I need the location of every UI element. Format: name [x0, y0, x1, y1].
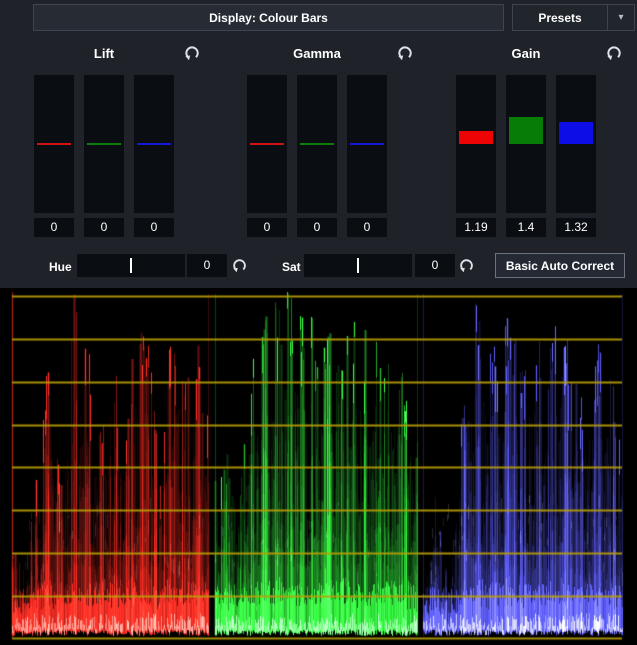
- lift-red-marker[interactable]: [37, 143, 71, 145]
- basic-auto-correct-label: Basic Auto Correct: [506, 259, 614, 273]
- gamma-reset-icon[interactable]: [396, 44, 414, 62]
- gamma-blue-slider[interactable]: [347, 75, 387, 213]
- presets-label: Presets: [513, 11, 607, 25]
- gamma-red-marker[interactable]: [250, 143, 284, 145]
- gain-blue-block[interactable]: [559, 122, 593, 144]
- basic-auto-correct-button[interactable]: Basic Auto Correct: [495, 253, 625, 278]
- gamma-red-value[interactable]: 0: [247, 218, 287, 237]
- lift-red-slider[interactable]: [34, 75, 74, 213]
- hue-slider[interactable]: [77, 254, 185, 277]
- lift-green-value[interactable]: 0: [84, 218, 124, 237]
- hue-reset-icon[interactable]: [231, 257, 249, 275]
- gain-red-value[interactable]: 1.19: [456, 218, 496, 237]
- gain-reset-icon[interactable]: [605, 44, 623, 62]
- gamma-green-marker[interactable]: [300, 143, 334, 145]
- lift-section-label: Lift: [34, 46, 174, 61]
- lift-reset-icon[interactable]: [183, 44, 201, 62]
- gamma-blue-value[interactable]: 0: [347, 218, 387, 237]
- display-source-button[interactable]: Display: Colour Bars: [33, 4, 504, 31]
- colour-correction-panel: Display: Colour Bars Presets ▾ Lift Gamm…: [0, 0, 637, 645]
- sat-reset-icon[interactable]: [458, 257, 476, 275]
- lift-green-marker[interactable]: [87, 143, 121, 145]
- gain-blue-value[interactable]: 1.32: [556, 218, 596, 237]
- gain-green-value[interactable]: 1.4: [506, 218, 546, 237]
- gain-section-label: Gain: [456, 46, 596, 61]
- controls-panel: Display: Colour Bars Presets ▾ Lift Gamm…: [0, 0, 637, 288]
- sat-label: Sat: [282, 260, 301, 274]
- presets-button[interactable]: Presets ▾: [512, 4, 635, 31]
- gamma-green-value[interactable]: 0: [297, 218, 337, 237]
- chevron-down-icon[interactable]: ▾: [608, 12, 634, 23]
- hue-value[interactable]: 0: [187, 254, 227, 277]
- gain-green-block[interactable]: [509, 117, 543, 144]
- gamma-red-slider[interactable]: [247, 75, 287, 213]
- lift-blue-value[interactable]: 0: [134, 218, 174, 237]
- display-source-label: Display: Colour Bars: [209, 11, 328, 25]
- lift-green-slider[interactable]: [84, 75, 124, 213]
- rgb-waveform-scope: [0, 288, 637, 645]
- gain-blue-slider[interactable]: [556, 75, 596, 213]
- gain-green-slider[interactable]: [506, 75, 546, 213]
- gamma-blue-marker[interactable]: [350, 143, 384, 145]
- gain-red-block[interactable]: [459, 131, 493, 144]
- gamma-section-label: Gamma: [247, 46, 387, 61]
- lift-blue-marker[interactable]: [137, 143, 171, 145]
- lift-red-value[interactable]: 0: [34, 218, 74, 237]
- sat-slider-handle[interactable]: [357, 258, 359, 273]
- lift-blue-slider[interactable]: [134, 75, 174, 213]
- hue-slider-handle[interactable]: [130, 258, 132, 273]
- hue-label: Hue: [49, 260, 72, 274]
- gain-red-slider[interactable]: [456, 75, 496, 213]
- gamma-green-slider[interactable]: [297, 75, 337, 213]
- sat-slider[interactable]: [304, 254, 412, 277]
- sat-value[interactable]: 0: [415, 254, 455, 277]
